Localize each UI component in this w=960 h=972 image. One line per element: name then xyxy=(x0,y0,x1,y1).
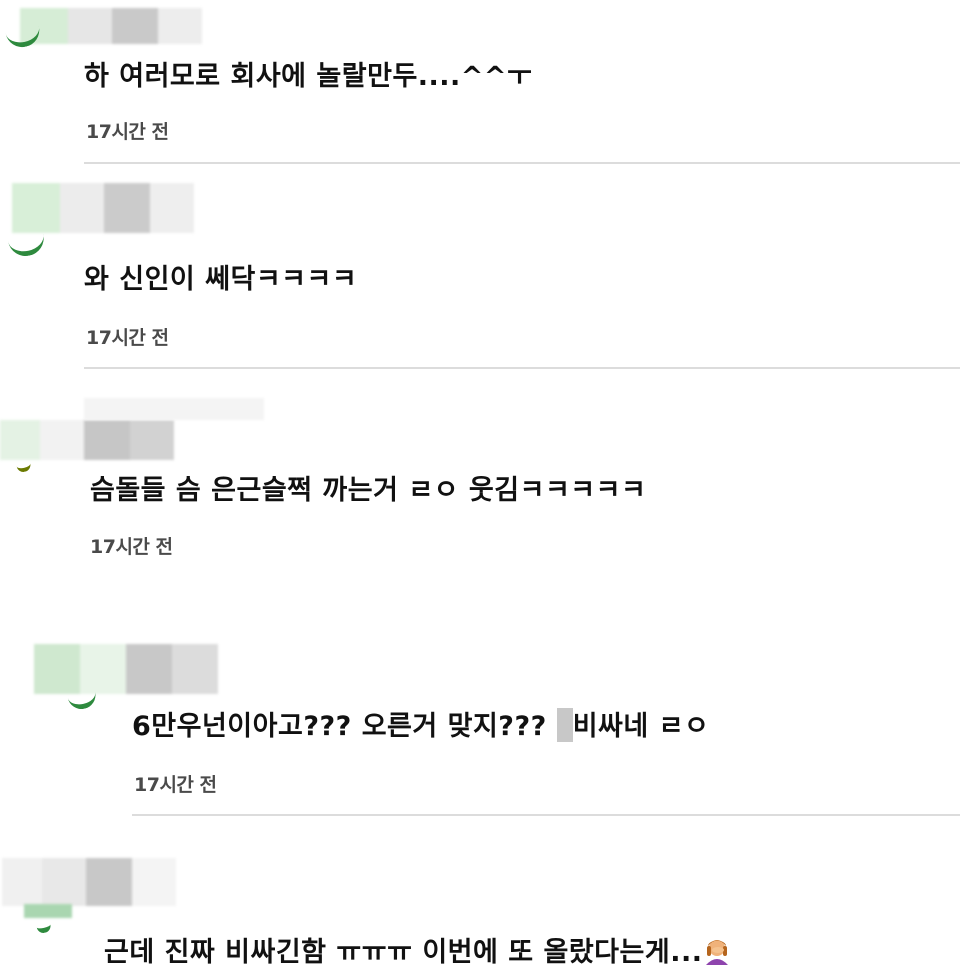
comment-text: 6만우넌이아고??? 오른거 맞지??? 비싸네 ㄹㅇ xyxy=(132,704,709,743)
comment-timestamp: 17시간 전 xyxy=(134,774,217,796)
comment-item: 하 여러모로 회사에 놀랄만두....^^ㅜ 17시간 전 xyxy=(0,0,960,165)
avatar-icon[interactable] xyxy=(3,16,43,51)
blurred-username xyxy=(2,858,176,906)
comment-timestamp: 17시간 전 xyxy=(90,536,173,558)
comment-divider xyxy=(84,162,960,164)
comment-timestamp: 17시간 전 xyxy=(86,327,169,349)
redacted-block xyxy=(556,707,573,742)
comment-text: 와 신인이 쎄닥ㅋㅋㅋㅋ xyxy=(84,264,358,295)
blurred-username xyxy=(34,644,218,694)
person-facepalming-icon xyxy=(704,937,730,965)
comment-divider xyxy=(132,814,960,816)
comment-text: 하 여러모로 회사에 놀랄만두....^^ㅜ xyxy=(84,61,533,92)
comment-timestamp: 17시간 전 xyxy=(86,121,169,143)
comment-item: 슴돌들 슴 은근슬쩍 까는거 ㄹㅇ 웃김ㅋㅋㅋㅋㅋ 17시간 전 xyxy=(0,370,960,620)
comment-divider xyxy=(84,367,960,369)
comment-text-part-2: 비싸네 ㄹㅇ xyxy=(572,711,710,742)
comment-text-part: 근데 진짜 비싸긴함 ㅠㅠㅠ 이번에 또 올랐다는게... xyxy=(104,937,703,968)
comment-text-part-1: 6만우넌이아고??? 오른거 맞지??? xyxy=(132,711,557,742)
comment-text: 근데 진짜 비싸긴함 ㅠㅠㅠ 이번에 또 올랐다는게... xyxy=(104,930,730,969)
comment-item: 근데 진짜 비싸긴함 ㅠㅠㅠ 이번에 또 올랐다는게... xyxy=(0,820,960,969)
blurred-username-extra xyxy=(84,398,264,420)
comment-item: 와 신인이 쎄닥ㅋㅋㅋㅋ 17시간 전 xyxy=(0,165,960,370)
avatar-icon[interactable] xyxy=(65,683,99,712)
blurred-username xyxy=(20,8,202,44)
avatar-icon[interactable] xyxy=(4,219,48,260)
reply-item: 6만우넌이아고??? 오른거 맞지??? 비싸네 ㄹㅇ 17시간 전 xyxy=(0,620,960,820)
comment-text: 슴돌들 슴 은근슬쩍 까는거 ㄹㅇ 웃김ㅋㅋㅋㅋㅋ xyxy=(90,475,647,506)
